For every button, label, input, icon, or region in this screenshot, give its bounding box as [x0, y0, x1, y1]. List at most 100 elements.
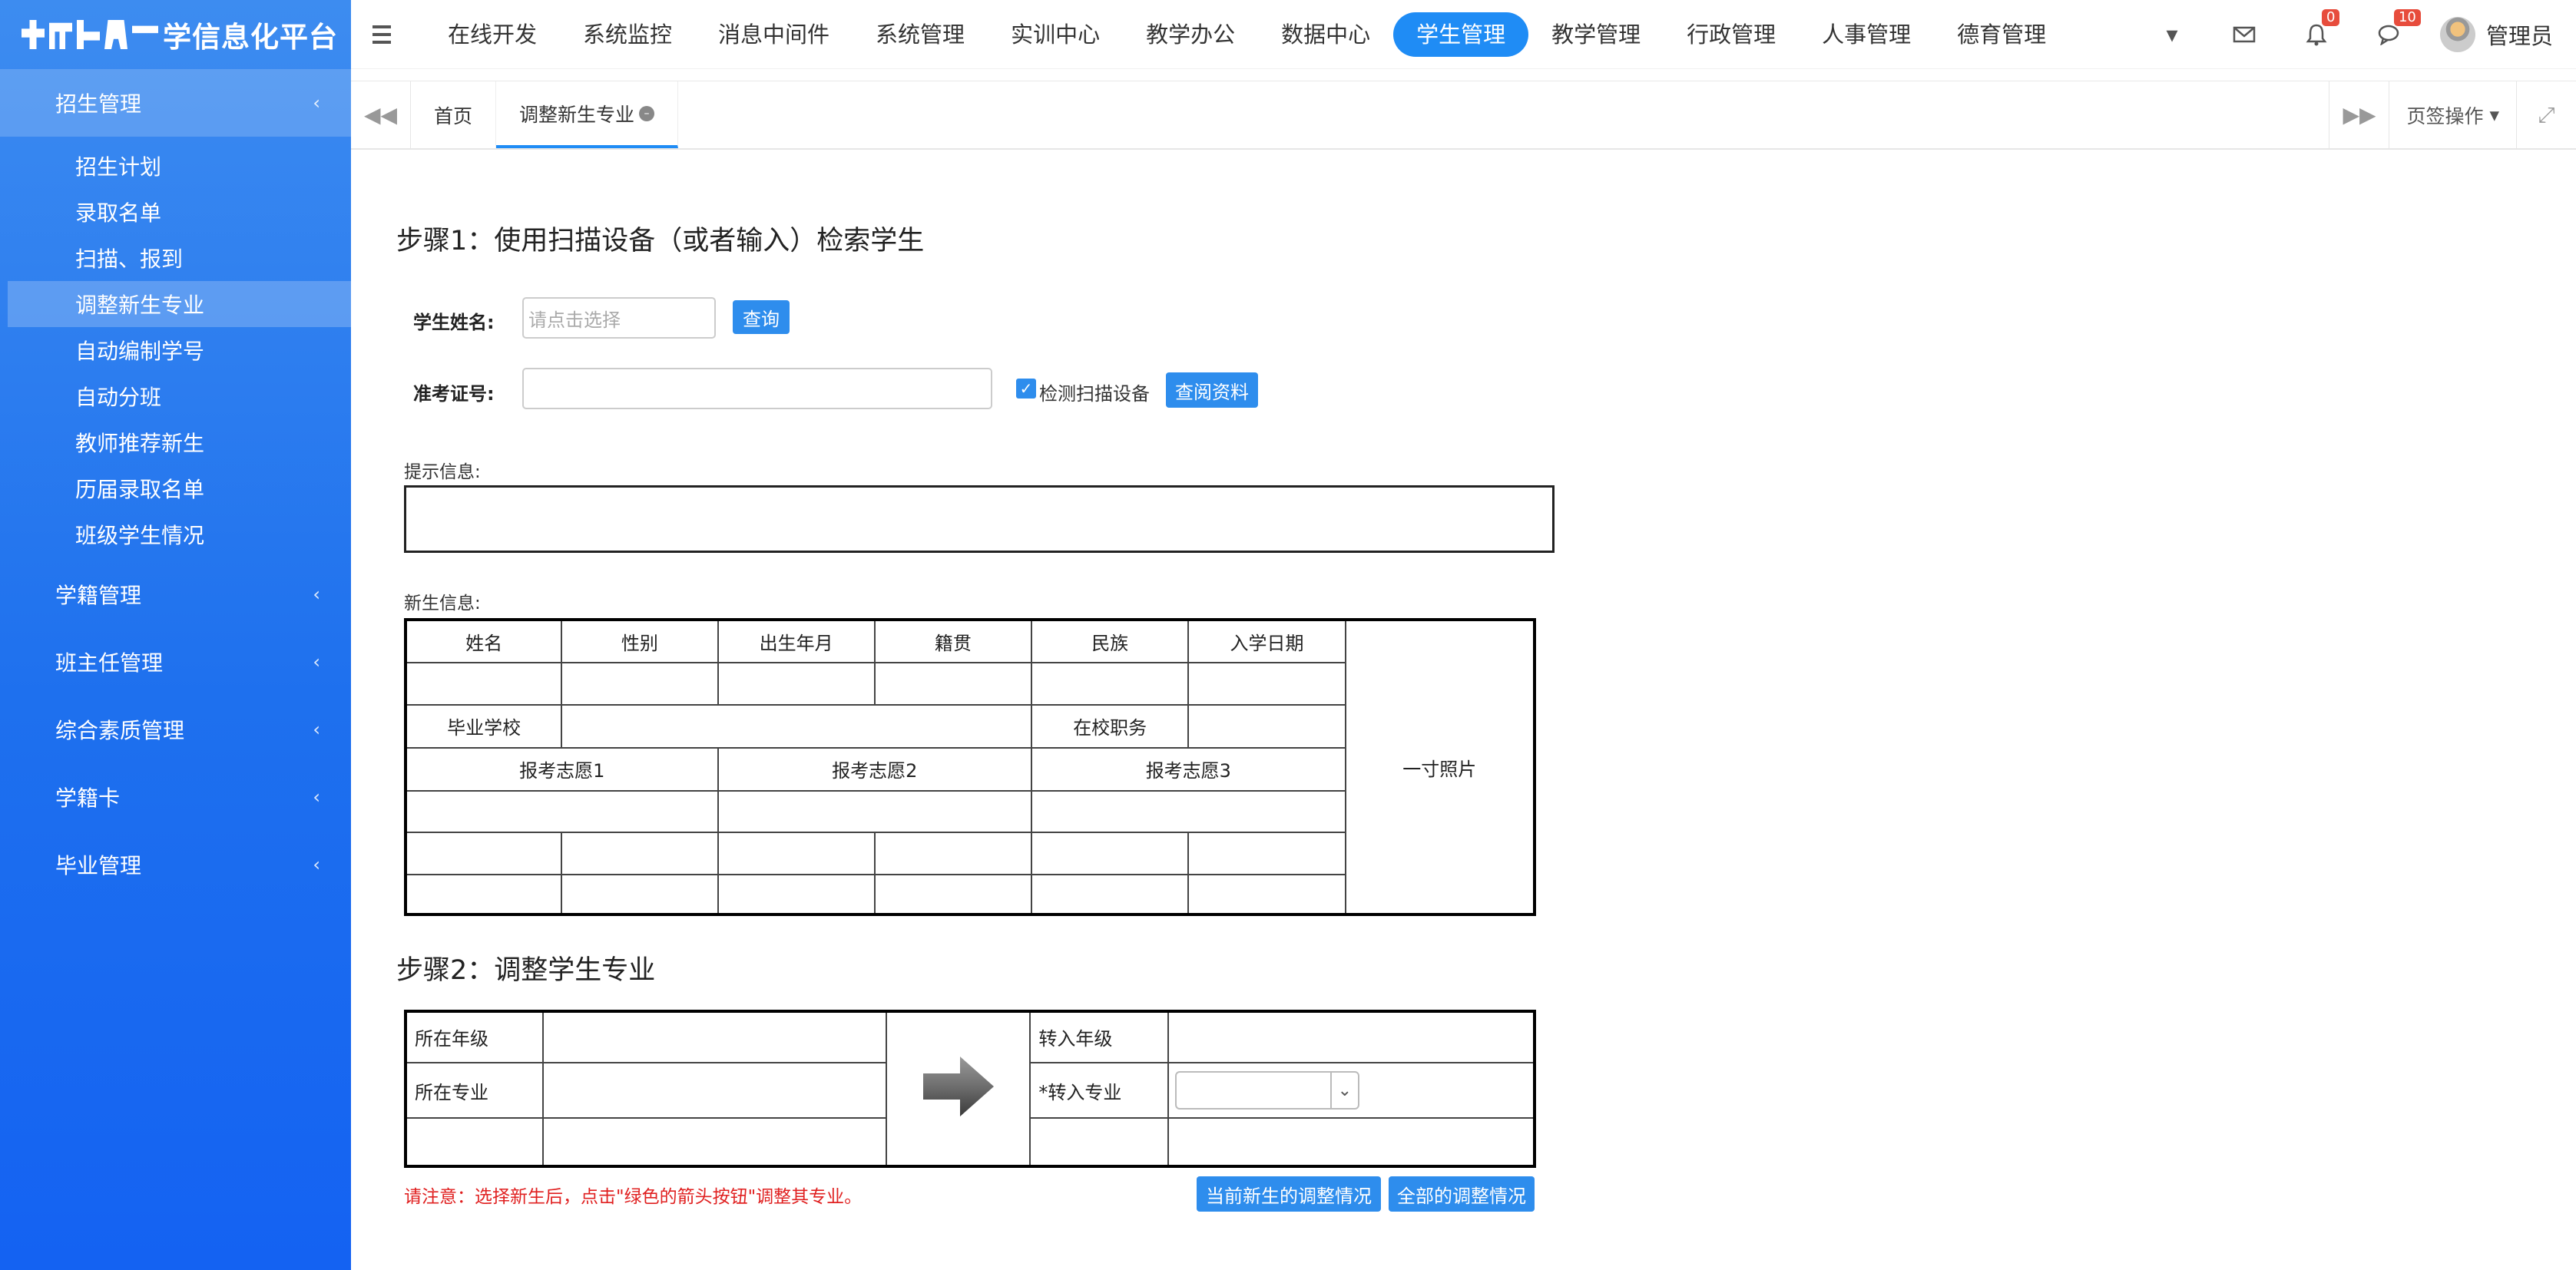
wish-1-label: 报考志愿1 [405, 746, 719, 792]
wish-2-label: 报考志愿2 [717, 746, 1033, 792]
cell-native-place [873, 662, 1033, 706]
cell-gender [561, 662, 719, 706]
sidebar-item-past-admissions[interactable]: 历届录取名单 [8, 465, 351, 511]
tab-bar-right: ▶▶ 页签操作 ▾ ⤢ [2329, 81, 2576, 148]
hint-label: 提示信息: [404, 462, 481, 482]
sidebar-group-label: 班主任管理 [55, 650, 164, 676]
nav-teaching-admin[interactable]: 教学管理 [1528, 12, 1664, 57]
sidebar-item-adjust-major[interactable]: 调整新生专业 [8, 281, 351, 327]
tab-scroll-left-icon[interactable]: ◀◀ [351, 81, 411, 148]
all-adjust-status-button[interactable]: 全部的调整情况 [1389, 1176, 1535, 1212]
sidebar-item-scan-register[interactable]: 扫描、报到 [8, 235, 351, 281]
sidebar-group-label: 毕业管理 [55, 853, 142, 878]
table-cell [404, 1117, 545, 1167]
brand-logo[interactable]: 学信息化平台 [0, 0, 351, 69]
table-cell [1029, 1117, 1169, 1167]
top-right-tools: ▾ 0 10 管理员 [2136, 0, 2576, 69]
new-student-info-label: 新生信息: [404, 594, 481, 614]
table-cell [1031, 873, 1190, 916]
sidebar-item-enroll-plan[interactable]: 招生计划 [8, 143, 351, 189]
sidebar-group-label: 学籍卡 [55, 785, 121, 811]
tab-scroll-right-icon[interactable]: ▶▶ [2329, 81, 2389, 148]
menu-toggle-icon[interactable] [372, 21, 403, 48]
tab-bar: ◀◀ 首页 调整新生专业 – ▶▶ 页签操作 ▾ ⤢ [351, 81, 2576, 150]
student-info-table: 姓名 性别 出生年月 籍贯 民族 入学日期 一寸照片 毕业学校 在校职务 报考志… [404, 618, 1536, 916]
sidebar-item-auto-class[interactable]: 自动分班 [8, 373, 351, 419]
sidebar-group-head-quality[interactable]: 综合素质管理 ‹ [0, 696, 351, 763]
adjust-arrow-button[interactable] [885, 1010, 1031, 1167]
chevron-left-icon: ‹ [313, 651, 320, 673]
header-enroll-date: 入学日期 [1187, 618, 1346, 664]
view-info-button[interactable]: 查阅资料 [1166, 372, 1258, 408]
nav-data-center[interactable]: 数据中心 [1258, 12, 1393, 57]
sidebar-group-head-enrollment[interactable]: 招生管理 ‹ [0, 69, 351, 137]
step2-title: 步骤2：调整学生专业 [396, 955, 656, 986]
wish-3-label: 报考志愿3 [1031, 746, 1346, 792]
tab-close-icon[interactable]: – [639, 105, 655, 121]
sidebar-group-label: 学籍管理 [55, 583, 142, 608]
logo-glyphs [22, 20, 158, 49]
sidebar-group-head-card[interactable]: 学籍卡 ‹ [0, 763, 351, 831]
chevron-left-icon: ‹ [313, 92, 320, 114]
chevron-left-icon: ‹ [313, 854, 320, 875]
user-name: 管理员 [2485, 23, 2553, 49]
query-button[interactable]: 查询 [733, 300, 790, 334]
current-grade-label: 所在年级 [404, 1010, 545, 1063]
step1-title: 步骤1：使用扫描设备（或者输入）检索学生 [396, 226, 925, 256]
bell-icon[interactable]: 0 [2280, 0, 2353, 69]
mail-icon[interactable] [2208, 0, 2280, 69]
table-cell [542, 1117, 887, 1167]
header-ethnicity: 民族 [1031, 618, 1190, 664]
cell-school [561, 703, 1033, 749]
cell-wish-1 [405, 790, 719, 834]
sidebar-item-admission-list[interactable]: 录取名单 [8, 189, 351, 235]
current-adjust-status-button[interactable]: 当前新生的调整情况 [1197, 1176, 1381, 1212]
nav-administration[interactable]: 行政管理 [1664, 12, 1799, 57]
sidebar-item-teacher-recommend[interactable]: 教师推荐新生 [8, 419, 351, 465]
chevron-left-icon: ‹ [313, 719, 320, 740]
current-major-value [542, 1061, 887, 1120]
sidebar-item-auto-student-id[interactable]: 自动编制学号 [8, 327, 351, 373]
nav-training-center[interactable]: 实训中心 [988, 12, 1123, 57]
target-major-select[interactable]: ⌄ [1174, 1071, 1359, 1110]
table-cell [717, 832, 876, 875]
nav-system-admin[interactable]: 系统管理 [853, 12, 988, 57]
dropdown-caret-icon[interactable]: ▾ [2136, 0, 2208, 69]
chat-icon[interactable]: 10 [2353, 0, 2425, 69]
duty-label: 在校职务 [1031, 703, 1190, 749]
brand-title: 学信息化平台 [163, 21, 338, 54]
table-cell [1187, 832, 1346, 875]
nav-system-monitor[interactable]: 系统监控 [560, 12, 695, 57]
tab-home[interactable]: 首页 [411, 81, 497, 148]
top-nav: 在线开发 系统监控 消息中间件 系统管理 实训中心 教学办公 数据中心 学生管理… [351, 0, 2576, 69]
nav-moral-education[interactable]: 德育管理 [1934, 12, 2069, 57]
header-gender: 性别 [561, 618, 719, 664]
tab-adjust-major[interactable]: 调整新生专业 – [496, 81, 679, 148]
user-menu[interactable]: 管理员 [2425, 17, 2576, 52]
tab-ops-label: 页签操作 [2406, 104, 2484, 127]
nav-message-middleware[interactable]: 消息中间件 [695, 12, 853, 57]
exam-number-input[interactable] [522, 368, 992, 409]
tab-label: 调整新生专业 [519, 103, 635, 126]
app-root: 学信息化平台 招生管理 ‹ 招生计划 录取名单 扫描、报到 调整新生专业 自动编… [0, 0, 2576, 1270]
student-name-input[interactable]: 请点击选择 [522, 297, 716, 339]
table-cell [873, 873, 1033, 916]
sidebar-group-head-graduation[interactable]: 毕业管理 ‹ [0, 831, 351, 898]
sidebar-item-class-students[interactable]: 班级学生情况 [8, 511, 351, 557]
nav-teaching-office[interactable]: 教学办公 [1123, 12, 1258, 57]
sidebar-group-card: 学籍卡 ‹ [0, 763, 351, 831]
nav-online-dev[interactable]: 在线开发 [425, 12, 560, 57]
header-name: 姓名 [404, 618, 563, 664]
fullscreen-icon[interactable]: ⤢ [2516, 81, 2576, 148]
sidebar-group-head-headteacher[interactable]: 班主任管理 ‹ [0, 628, 351, 696]
sidebar-group-graduation: 毕业管理 ‹ [0, 831, 351, 898]
table-cell [1187, 873, 1346, 916]
table-cell [1167, 1117, 1536, 1167]
nav-hr-admin[interactable]: 人事管理 [1799, 12, 1934, 57]
tab-ops-dropdown[interactable]: 页签操作 ▾ [2389, 81, 2516, 148]
sidebar-group-label: 综合素质管理 [55, 718, 185, 743]
scan-device-checkbox[interactable]: ✓ [1016, 379, 1036, 399]
nav-student-admin[interactable]: 学生管理 [1393, 12, 1529, 57]
cell-enroll-date [1187, 662, 1346, 706]
sidebar-group-head-status[interactable]: 学籍管理 ‹ [0, 561, 351, 628]
